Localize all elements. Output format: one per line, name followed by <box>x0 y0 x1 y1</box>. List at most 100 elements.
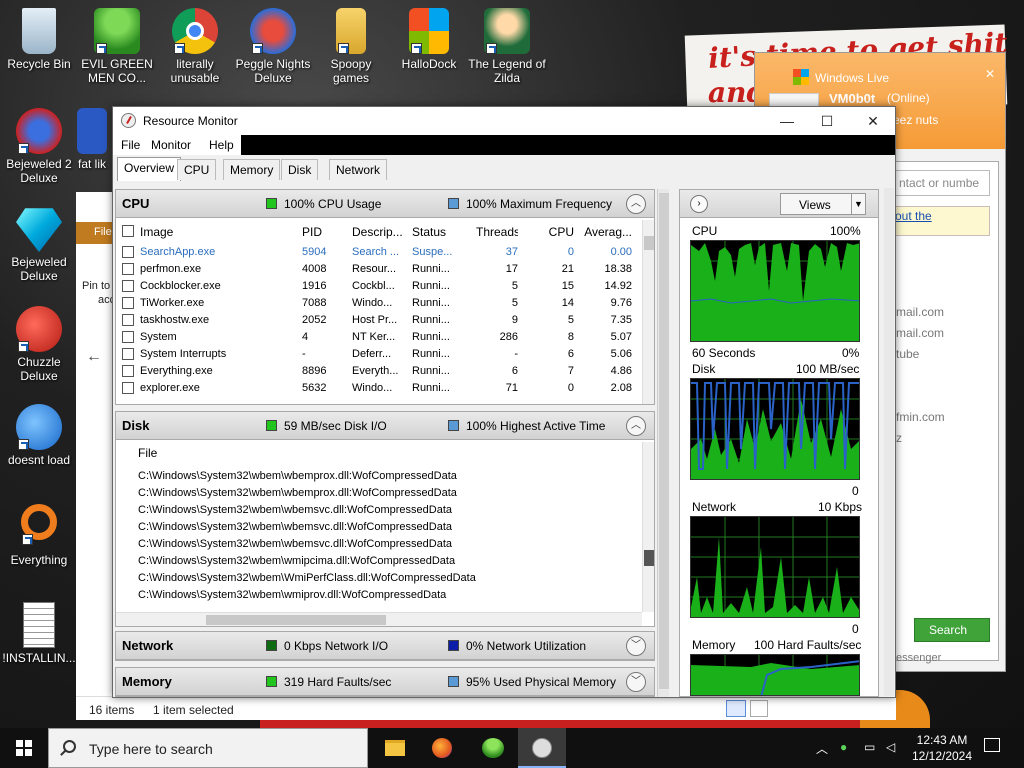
tab-cpu[interactable]: CPU <box>177 159 217 180</box>
table-row[interactable]: taskhostw.exe 2052 Host Pr... Runni... 9 5 7.3… <box>116 312 644 329</box>
messenger-search-input[interactable]: ntact or numbe <box>894 170 990 196</box>
column-threads[interactable]: Threads <box>476 225 518 239</box>
scrollbar-thumb[interactable] <box>644 236 654 250</box>
resource-monitor-window[interactable]: Resource Monitor — ☐ ✕ File Monitor Help… <box>112 106 896 698</box>
list-item[interactable]: C:\Windows\System32\wbem\wbemprox.dll:Wo… <box>138 470 457 482</box>
explorer-pin-label[interactable]: Pin to <box>82 280 110 292</box>
column-pid[interactable]: PID <box>302 225 322 239</box>
contact-email[interactable]: z <box>896 431 902 445</box>
menu-monitor[interactable]: Monitor <box>151 138 191 152</box>
list-item[interactable]: C:\Windows\System32\wbem\wbemsvc.dll:Wof… <box>138 538 452 550</box>
desktop-icon-literally-unusable[interactable]: literally unusable <box>156 8 234 85</box>
disk-list-hscrollbar[interactable] <box>116 612 642 626</box>
minimize-button[interactable]: — <box>773 111 801 131</box>
menu-help[interactable]: Help <box>209 138 234 152</box>
list-item[interactable]: C:\Windows\System32\wbem\wbemprox.dll:Wo… <box>138 487 457 499</box>
list-item[interactable]: C:\Windows\System32\wbem\wbemsvc.dll:Wof… <box>138 521 452 533</box>
table-row[interactable]: System Interrupts - Deferr... Runni... - 6 5.0… <box>116 346 644 363</box>
taskbar-search-box[interactable]: Type here to search <box>48 728 368 768</box>
graph-pane-scrollbar[interactable] <box>884 188 894 696</box>
row-checkbox[interactable] <box>122 280 134 292</box>
desktop-icon-installing[interactable]: !INSTALLIN... <box>0 602 78 665</box>
large-icons-view-icon[interactable] <box>750 700 768 717</box>
contact-email[interactable]: tube <box>896 347 919 361</box>
column-average[interactable]: Averag... <box>584 225 632 239</box>
tab-memory[interactable]: Memory <box>223 159 281 180</box>
cpu-table-scrollbar[interactable] <box>642 220 654 404</box>
desktop-icon-bejeweled-2[interactable]: Bejeweled 2 Deluxe <box>0 108 78 185</box>
chevron-up-icon[interactable]: ︿ <box>626 416 646 436</box>
scrollbar-thumb[interactable] <box>644 550 654 566</box>
maximize-button[interactable]: ☐ <box>813 111 841 131</box>
network-panel-header[interactable]: Network 0 Kbps Network I/O 0% Network Ut… <box>116 632 654 660</box>
contact-email[interactable]: fmin.com <box>896 410 945 424</box>
contact-email[interactable]: mail.com <box>896 305 944 319</box>
title-bar[interactable]: Resource Monitor — ☐ ✕ <box>113 107 895 135</box>
desktop-icon-doesnt-load[interactable]: doesnt load <box>0 404 78 467</box>
disk-list-scrollbar[interactable] <box>642 442 654 612</box>
taskbar-firefox[interactable] <box>418 728 466 768</box>
column-cpu[interactable]: CPU <box>536 225 574 239</box>
close-icon[interactable]: ✕ <box>985 67 995 81</box>
column-image[interactable]: Image <box>140 225 173 239</box>
table-row[interactable]: TiWorker.exe 7088 Windo... Runni... 5 14 9.76 <box>116 295 644 312</box>
scrollbar-thumb[interactable] <box>206 615 386 625</box>
messenger-status[interactable]: (Online) <box>887 91 930 105</box>
disk-panel-header[interactable]: Disk 59 MB/sec Disk I/O 100% Highest Act… <box>116 412 654 440</box>
messenger-tray-icon[interactable]: ● <box>840 740 847 754</box>
back-arrow-icon[interactable]: ← <box>86 348 102 366</box>
row-checkbox[interactable] <box>122 382 134 394</box>
table-row[interactable]: explorer.exe 5632 Windo... Runni... 71 0 2.08 <box>116 380 644 397</box>
list-item[interactable]: C:\Windows\System32\wbem\WmiPerfClass.dl… <box>138 572 476 584</box>
views-dropdown[interactable]: Views ▼ <box>780 193 866 215</box>
explorer-file-tab[interactable]: File <box>76 222 116 244</box>
notification-center-icon[interactable] <box>984 738 1000 752</box>
messenger-tip-link[interactable]: out the <box>894 206 990 236</box>
contact-email[interactable]: mail.com <box>896 326 944 340</box>
taskbar-messenger[interactable] <box>468 728 516 768</box>
list-item[interactable]: C:\Windows\System32\wbem\wbemsvc.dll:Wof… <box>138 504 452 516</box>
messenger-search-button[interactable]: Search <box>914 618 990 642</box>
details-view-icon[interactable] <box>726 700 746 717</box>
row-checkbox[interactable] <box>122 348 134 360</box>
list-item[interactable]: C:\Windows\System32\wbem\wmipcima.dll:Wo… <box>138 555 455 567</box>
row-checkbox[interactable] <box>122 263 134 275</box>
chevron-down-icon[interactable]: ﹀ <box>626 672 646 692</box>
volume-icon[interactable]: ◁ <box>886 740 895 754</box>
chevron-up-icon[interactable]: ︿ <box>816 740 828 757</box>
column-file[interactable]: File <box>138 446 157 460</box>
taskbar-file-explorer[interactable] <box>370 728 418 768</box>
messenger-username[interactable]: VM0b0t <box>829 91 875 106</box>
list-item[interactable]: C:\Windows\System32\wbem\wmiprov.dll:Wof… <box>138 589 446 601</box>
table-row[interactable]: SearchApp.exe 5904 Search ... Suspe... 37 0 0.… <box>116 244 644 261</box>
chevron-up-icon[interactable]: ︿ <box>626 194 646 214</box>
desktop-icon-hallodock[interactable]: HalloDock <box>390 8 468 71</box>
cpu-panel-header[interactable]: CPU 100% CPU Usage 100% Maximum Frequenc… <box>116 190 654 218</box>
network-icon[interactable]: ▭ <box>864 740 875 754</box>
memory-panel-header[interactable]: Memory 319 Hard Faults/sec 95% Used Phys… <box>116 668 654 696</box>
desktop-icon-evil-green-men[interactable]: EVIL GREEN MEN CO... <box>78 8 156 85</box>
row-checkbox[interactable] <box>122 365 134 377</box>
start-button[interactable] <box>16 740 32 756</box>
scrollbar-thumb[interactable] <box>659 193 669 689</box>
tab-network[interactable]: Network <box>329 159 388 180</box>
chevron-right-icon[interactable]: › <box>690 195 708 213</box>
column-status[interactable]: Status <box>412 225 446 239</box>
taskbar-resource-monitor[interactable] <box>518 728 566 768</box>
chevron-down-icon[interactable]: ﹀ <box>626 636 646 656</box>
tab-overview[interactable]: Overview <box>117 157 182 181</box>
desktop-icon-chuzzle[interactable]: Chuzzle Deluxe <box>0 306 78 383</box>
tab-disk[interactable]: Disk <box>281 159 319 180</box>
column-description[interactable]: Descrip... <box>352 225 403 239</box>
row-checkbox[interactable] <box>122 314 134 326</box>
desktop-icon-everything[interactable]: Everything <box>0 504 78 567</box>
row-checkbox[interactable] <box>122 246 134 258</box>
desktop-icon-spoopy-games[interactable]: Spoopy games <box>312 8 390 85</box>
row-checkbox[interactable] <box>122 331 134 343</box>
close-button[interactable]: ✕ <box>859 111 887 131</box>
file-explorer-window[interactable]: File Pin to acc ← <box>76 192 116 720</box>
menu-file[interactable]: File <box>121 138 140 152</box>
select-all-checkbox[interactable] <box>122 225 134 237</box>
table-row[interactable]: Cockblocker.exe 1916 Cockbl... Runni... 5 15 1… <box>116 278 644 295</box>
desktop-icon-recycle-bin[interactable]: Recycle Bin <box>0 8 78 71</box>
